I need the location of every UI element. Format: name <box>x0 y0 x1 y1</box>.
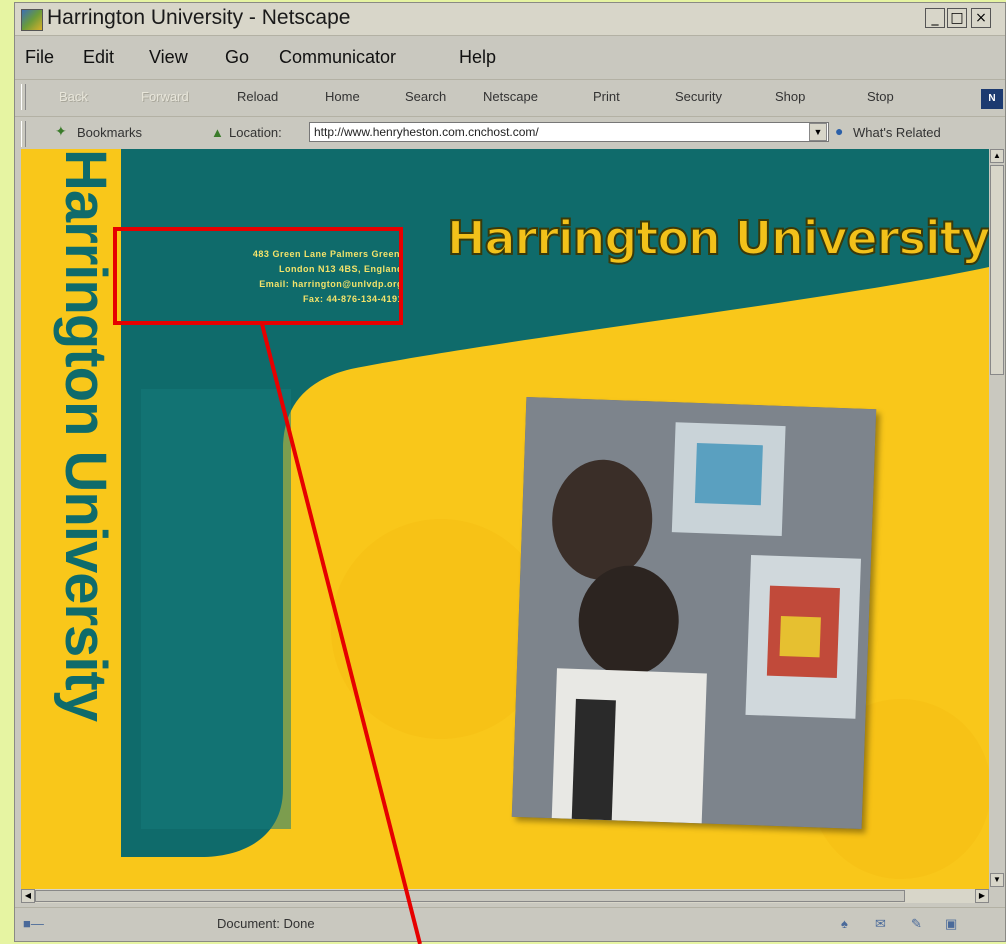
back-button[interactable]: Back <box>59 89 88 104</box>
status-bar: ■— Document: Done ♠ ✉ ✎ ▣ <box>15 907 1005 942</box>
security-button[interactable]: Security <box>675 89 722 104</box>
minimize-button[interactable]: _ <box>925 8 945 28</box>
vertical-title-text: Harrington University <box>53 149 118 721</box>
shop-button[interactable]: Shop <box>775 89 805 104</box>
window-title: Harrington University - Netscape <box>47 6 351 29</box>
reload-button[interactable]: Reload <box>237 89 278 104</box>
university-logo-title: Harrington University <box>446 210 989 266</box>
navigator-component-icon[interactable]: ♠ <box>841 916 848 931</box>
menu-communicator[interactable]: Communicator <box>279 47 396 68</box>
composer-component-icon[interactable]: ✎ <box>911 916 922 932</box>
security-lock-icon[interactable]: ▣ <box>945 916 957 932</box>
netscape-logo-icon[interactable]: N <box>981 89 1003 109</box>
scroll-down-arrow[interactable]: ▼ <box>990 873 1004 887</box>
location-label: Location: <box>229 125 282 140</box>
menu-view[interactable]: View <box>149 47 188 68</box>
title-bar: Harrington University - Netscape _ □ × <box>15 3 1005 36</box>
url-input[interactable] <box>309 122 829 142</box>
scroll-up-arrow[interactable]: ▲ <box>990 149 1004 163</box>
whats-related-icon[interactable]: ● <box>835 123 843 139</box>
vertical-university-title: Harrington University <box>51 149 121 849</box>
forward-button[interactable]: Forward <box>141 89 189 104</box>
toolbar-grip[interactable] <box>21 121 26 147</box>
address-highlight-box <box>113 227 403 325</box>
vertical-scroll-thumb[interactable] <box>990 165 1004 375</box>
stop-button[interactable]: Stop <box>867 89 894 104</box>
status-text: Document: Done <box>217 916 315 931</box>
location-icon[interactable]: ▲ <box>211 125 224 140</box>
bookmarks-button[interactable]: Bookmarks <box>77 125 142 140</box>
location-toolbar: ✦ Bookmarks ▲ Location: ▼ ● What's Relat… <box>15 117 1005 147</box>
search-button[interactable]: Search <box>405 89 446 104</box>
menu-go[interactable]: Go <box>225 47 249 68</box>
print-button[interactable]: Print <box>593 89 620 104</box>
horizontal-scroll-thumb[interactable] <box>35 890 905 902</box>
toolbar-grip[interactable] <box>21 84 26 110</box>
vertical-scrollbar[interactable]: ▲ ▼ <box>989 149 1005 889</box>
home-button[interactable]: Home <box>325 89 360 104</box>
whats-related-button[interactable]: What's Related <box>853 125 941 140</box>
scroll-right-arrow[interactable]: ▶ <box>975 889 989 903</box>
scroll-left-arrow[interactable]: ◀ <box>21 889 35 903</box>
menu-bar: File Edit View Go Communicator Help <box>15 43 1005 73</box>
menu-help[interactable]: Help <box>459 47 496 68</box>
netscape-button[interactable]: Netscape <box>483 89 538 104</box>
menu-edit[interactable]: Edit <box>83 47 114 68</box>
maximize-button[interactable]: □ <box>947 8 967 28</box>
faded-campus-photo <box>141 389 291 829</box>
url-dropdown-icon[interactable]: ▼ <box>809 123 827 141</box>
bookmarks-icon[interactable]: ✦ <box>55 123 67 140</box>
menu-file[interactable]: File <box>25 47 54 68</box>
navigation-toolbar: Back Forward Reload Home Search Netscape… <box>15 79 1005 117</box>
close-button[interactable]: × <box>971 8 991 28</box>
students-at-computers-photo <box>511 397 877 829</box>
browser-window: Harrington University - Netscape _ □ × F… <box>14 2 1006 942</box>
page-viewport: Harrington University Harrington Univers… <box>21 149 989 889</box>
horizontal-scrollbar[interactable]: ◀ ▶ <box>21 889 989 903</box>
netscape-app-icon <box>21 9 43 31</box>
mail-component-icon[interactable]: ✉ <box>875 916 886 932</box>
connection-icon: ■— <box>23 916 44 931</box>
